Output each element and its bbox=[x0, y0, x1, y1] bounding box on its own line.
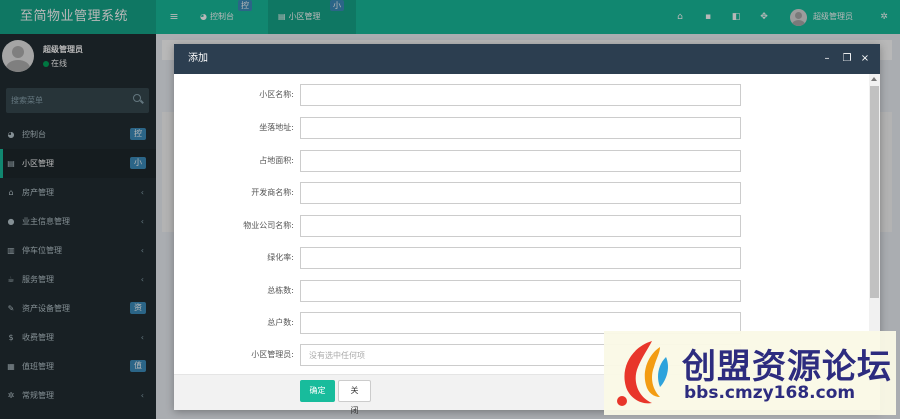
address-field[interactable] bbox=[300, 117, 741, 139]
area-field[interactable] bbox=[300, 150, 741, 172]
form-row-property-company: 物业公司名称: bbox=[174, 215, 864, 239]
community-name-field[interactable] bbox=[300, 84, 741, 106]
dialog-header: 添加 – ❐ × bbox=[174, 44, 880, 74]
developer-field[interactable] bbox=[300, 182, 741, 204]
form-label: 物业公司名称: bbox=[243, 221, 294, 230]
maximize-icon[interactable]: ❐ bbox=[840, 44, 854, 74]
form-row-green-rate: 绿化率: bbox=[174, 247, 864, 271]
scroll-up-arrow-icon[interactable] bbox=[871, 77, 877, 81]
watermark-title: 创盟资源论坛 bbox=[682, 347, 892, 387]
confirm-button[interactable]: 确定 bbox=[300, 380, 335, 402]
close-button[interactable]: 关闭 bbox=[338, 380, 371, 415]
form-label: 占地面积: bbox=[259, 156, 294, 165]
close-icon[interactable]: × bbox=[858, 44, 872, 74]
dialog-scrollbar[interactable] bbox=[869, 74, 880, 374]
form-row-address: 坐落地址: bbox=[174, 117, 864, 141]
form-row-area: 占地面积: bbox=[174, 150, 864, 174]
scroll-thumb[interactable] bbox=[870, 86, 879, 298]
buildings-field[interactable] bbox=[300, 280, 741, 302]
dialog-title: 添加 bbox=[188, 53, 208, 64]
form-row-developer: 开发商名称: bbox=[174, 182, 864, 206]
property-company-field[interactable] bbox=[300, 215, 741, 237]
form-label: 开发商名称: bbox=[251, 188, 294, 197]
form-label: 小区管理员: bbox=[251, 350, 294, 359]
dialog-body: 小区名称: 坐落地址: 占地面积: 开发商名称: 物业公司名称: 绿化率: 总栋… bbox=[174, 74, 880, 374]
minimize-icon[interactable]: – bbox=[820, 44, 834, 74]
form-label: 小区名称: bbox=[259, 90, 294, 99]
watermark-url: bbs.cmzy168.com bbox=[684, 383, 856, 403]
form-label: 总户数: bbox=[267, 318, 294, 327]
form-row-community-name: 小区名称: bbox=[174, 84, 864, 108]
form-label: 坐落地址: bbox=[259, 123, 294, 132]
form-label: 绿化率: bbox=[267, 253, 294, 262]
watermark-logo-icon bbox=[617, 341, 668, 406]
form-row-buildings: 总栋数: bbox=[174, 280, 864, 304]
green-rate-field[interactable] bbox=[300, 247, 741, 269]
form-label: 总栋数: bbox=[267, 286, 294, 295]
watermark: 创盟资源论坛 bbs.cmzy168.com bbox=[604, 331, 896, 415]
